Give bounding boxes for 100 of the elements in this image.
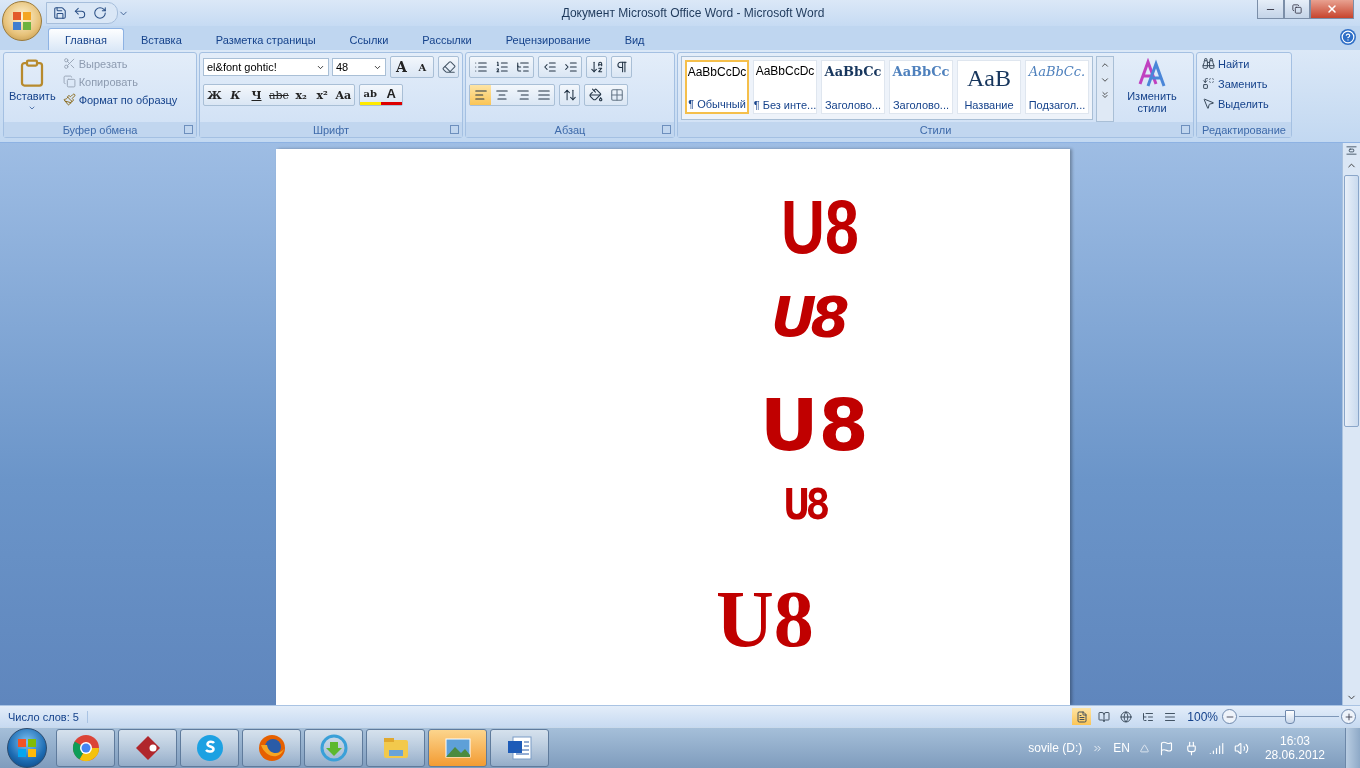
align-right-icon xyxy=(515,88,530,102)
chrome-icon xyxy=(70,733,101,763)
ribbon-tab[interactable]: Главная xyxy=(48,28,124,50)
subscript-button[interactable]: x₂ xyxy=(290,85,312,105)
replace-icon xyxy=(1202,77,1215,90)
taskbar-app-button[interactable] xyxy=(242,729,301,767)
redo-icon[interactable] xyxy=(93,6,107,20)
find-button[interactable]: Найти xyxy=(1200,56,1271,71)
italic-button[interactable]: К xyxy=(225,85,246,105)
align-center-icon xyxy=(494,88,509,102)
print-layout-icon xyxy=(1075,710,1088,723)
undo-icon[interactable] xyxy=(73,6,87,20)
draft-icon xyxy=(1163,710,1176,723)
replace-button[interactable]: Заменить xyxy=(1200,76,1271,91)
style-item[interactable]: AaBbCc Заголово... xyxy=(821,60,885,114)
sort-icon xyxy=(589,60,604,74)
superscript-button[interactable]: x² xyxy=(311,85,333,105)
flag-icon[interactable] xyxy=(1158,740,1174,756)
taskbar-app-button[interactable] xyxy=(304,729,363,767)
tree-list-icon xyxy=(515,60,530,74)
change-styles-button[interactable]: Изменить стили xyxy=(1117,56,1187,122)
office-logo-icon xyxy=(11,10,33,32)
show-marks-button[interactable] xyxy=(611,56,632,78)
ruler-icon xyxy=(1346,145,1357,156)
clear-format-button[interactable] xyxy=(438,56,459,78)
close-icon xyxy=(1326,3,1338,15)
zoom-out-button[interactable] xyxy=(1222,709,1237,724)
style-item[interactable]: AaBbCcDc ¶ Без инте... xyxy=(753,60,817,114)
eraser-icon xyxy=(441,60,456,74)
group-label: Редактирование xyxy=(1197,122,1291,137)
bullet-list-icon xyxy=(473,60,488,74)
ruler-toggle-button[interactable] xyxy=(1344,143,1359,158)
taskbar-app-button[interactable] xyxy=(180,729,239,767)
grow-font-button[interactable]: A xyxy=(391,57,412,77)
underline-button[interactable]: Ч xyxy=(246,85,267,105)
taskbar-app-button[interactable] xyxy=(118,729,177,767)
show-hidden-icons[interactable] xyxy=(1139,743,1149,753)
plus-icon xyxy=(1343,711,1354,722)
document-text: U8 xyxy=(760,389,869,469)
taskbar-app-button[interactable] xyxy=(56,729,115,767)
ribbon-tab[interactable]: Рассылки xyxy=(405,28,489,50)
ribbon-tab[interactable]: Рецензирование xyxy=(488,28,608,50)
change-case-button[interactable]: Aa xyxy=(332,85,354,105)
style-item[interactable]: AaBbCc Заголово... xyxy=(889,60,953,114)
format-painter-button[interactable]: Формат по образцу xyxy=(60,92,180,107)
taskbar-app-button[interactable] xyxy=(428,729,487,767)
font-color-button[interactable]: A xyxy=(380,85,402,105)
help-icon[interactable] xyxy=(1340,29,1356,45)
web-layout-icon xyxy=(1119,710,1132,723)
taskbar-app-button[interactable] xyxy=(490,729,549,767)
font-name-field[interactable]: el&font gohtic! xyxy=(203,58,329,76)
font-size-value: 48 xyxy=(336,61,349,73)
document-text: U8 xyxy=(781,189,859,271)
signal-icon[interactable] xyxy=(1208,740,1224,756)
caret-icon xyxy=(28,104,37,112)
zoom-thumb[interactable] xyxy=(1285,709,1295,724)
borders-icon xyxy=(609,88,624,102)
group-label: Стили xyxy=(678,122,1193,137)
style-item[interactable]: AaB Название xyxy=(957,60,1021,114)
line-spacing-button[interactable] xyxy=(559,84,580,106)
save-icon[interactable] xyxy=(53,6,67,20)
skype-icon xyxy=(194,733,225,763)
highlight-button[interactable]: ab xyxy=(359,85,381,105)
scroll-thumb[interactable] xyxy=(1344,175,1359,427)
zoom-level[interactable]: 100% xyxy=(1179,709,1222,724)
zoom-slider[interactable] xyxy=(1239,709,1339,724)
align-left-icon xyxy=(473,88,488,102)
restore-icon xyxy=(1292,4,1302,14)
paintbrush-icon xyxy=(62,93,76,106)
taskbar-app-button[interactable] xyxy=(366,729,425,767)
word-count[interactable]: Число слов: 5 xyxy=(0,710,88,723)
start-button[interactable] xyxy=(7,728,47,768)
sort-button[interactable] xyxy=(586,56,607,78)
ribbon-tab[interactable]: Вид xyxy=(607,28,662,50)
shrink-font-button[interactable]: A xyxy=(412,57,433,77)
outline-icon xyxy=(1141,710,1154,723)
ribbon-tab[interactable]: Ссылки xyxy=(332,28,406,50)
zoom-in-button[interactable] xyxy=(1341,709,1356,724)
numbered-list-icon xyxy=(494,60,509,74)
restore-button[interactable] xyxy=(1284,0,1310,19)
strikethrough-button[interactable]: abc xyxy=(267,85,291,105)
view-button[interactable] xyxy=(1072,708,1092,725)
font-size-field[interactable]: 48 xyxy=(332,58,386,76)
style-item[interactable]: AaBbCcDc ¶ Обычный xyxy=(685,60,749,114)
firefox-icon xyxy=(256,733,287,763)
close-button[interactable] xyxy=(1310,0,1354,19)
minimize-button[interactable] xyxy=(1257,0,1284,19)
ribbon-tab[interactable]: Вставка xyxy=(123,28,199,50)
show-desktop-button[interactable] xyxy=(1345,728,1360,768)
office-button[interactable] xyxy=(2,1,42,41)
align-button[interactable] xyxy=(470,85,491,105)
windows-logo-icon xyxy=(17,738,37,758)
ribbon-tab[interactable]: Разметка страницы xyxy=(198,28,333,50)
speaker-icon[interactable] xyxy=(1233,740,1249,756)
paste-button[interactable]: Вставить xyxy=(7,56,58,122)
select-button[interactable]: Выделить xyxy=(1200,96,1271,111)
paint-bucket-icon xyxy=(588,88,603,102)
indent-icon xyxy=(563,60,578,74)
style-item[interactable]: AaBbCc. Подзагол... xyxy=(1025,60,1089,114)
bold-button[interactable]: Ж xyxy=(204,85,225,105)
